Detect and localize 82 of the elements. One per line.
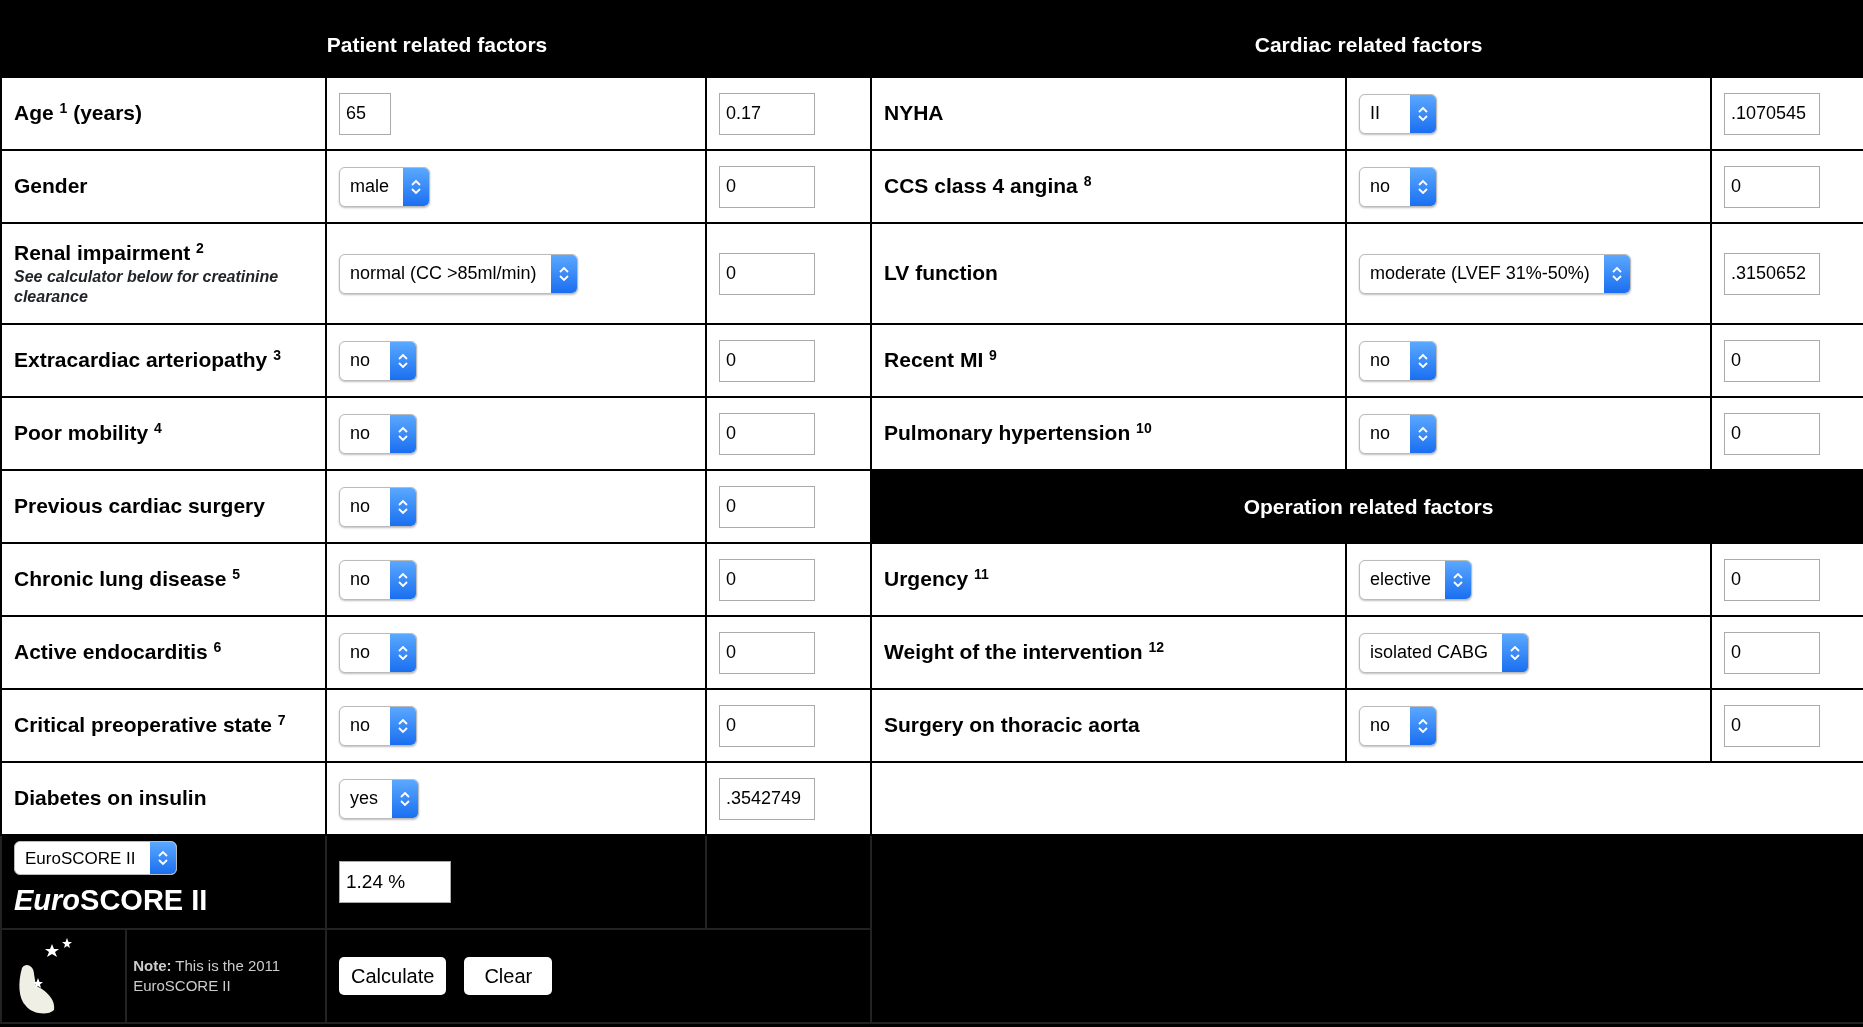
weight-field[interactable]: .3542749 xyxy=(719,777,815,820)
factor-label: Active endocarditis $^{6}$ xyxy=(14,639,222,663)
chevron-updown-icon xyxy=(398,571,408,588)
weight-field[interactable]: 0 xyxy=(1724,631,1821,674)
factor-label: Renal impairment $^{2}$ xyxy=(14,240,204,264)
dropdown[interactable]: male xyxy=(339,166,430,207)
chevron-updown-icon xyxy=(1418,352,1429,369)
weight-field[interactable]: 0 xyxy=(719,412,815,455)
factor-label: NYHA xyxy=(884,100,944,124)
weight-field[interactable]: 0 xyxy=(719,558,815,601)
weight-field[interactable]: 0 xyxy=(1724,704,1821,747)
chevron-updown-icon xyxy=(411,178,421,195)
model-dropdown[interactable]: EuroSCORE II xyxy=(14,841,177,876)
logo-title: EuroSCORE II xyxy=(14,883,208,919)
dropdown[interactable]: no xyxy=(339,559,417,600)
factor-label: Extracardiac arteriopathy $^{3}$ xyxy=(14,347,281,371)
dropdown[interactable]: isolated CABG xyxy=(1359,632,1530,673)
note-text: Note: This is the 2011 EuroSCORE II xyxy=(133,955,282,996)
factor-label: CCS class 4 angina $^{8}$ xyxy=(884,173,1092,197)
chevron-updown-icon xyxy=(1510,644,1521,661)
factor-label: Gender xyxy=(14,173,88,197)
chevron-updown-icon xyxy=(398,352,408,369)
calculate-button[interactable]: Calculate xyxy=(339,957,447,995)
weight-field[interactable]: .1070545 xyxy=(1724,92,1821,135)
chevron-updown-icon xyxy=(1611,265,1622,282)
dropdown[interactable]: no xyxy=(339,632,417,673)
weight-field[interactable]: 0 xyxy=(1724,165,1821,208)
chevron-updown-icon xyxy=(157,850,168,867)
chevron-updown-icon xyxy=(398,644,408,661)
factor-label: Poor mobility $^{4}$ xyxy=(14,420,162,444)
dropdown[interactable]: yes xyxy=(339,778,419,819)
factor-label: Diabetes on insulin xyxy=(14,785,207,809)
dropdown[interactable]: no xyxy=(1359,413,1438,454)
weight-field[interactable]: 0 xyxy=(719,485,815,528)
dropdown[interactable]: no xyxy=(339,486,417,527)
chevron-updown-icon xyxy=(398,425,408,442)
chevron-updown-icon xyxy=(1418,178,1429,195)
weight-field[interactable]: 0 xyxy=(1724,558,1821,601)
clear-button[interactable]: Clear xyxy=(464,957,553,995)
factor-label: Recent MI $^{9}$ xyxy=(884,347,997,371)
section-heading: Operation related factors xyxy=(1243,494,1494,518)
factor-label: Chronic lung disease $^{5}$ xyxy=(14,566,240,590)
dropdown[interactable]: no xyxy=(339,705,417,746)
note-text: See calculator below for creatinine clearance xyxy=(14,266,280,307)
section-heading: Cardiac related factors xyxy=(1254,33,1483,57)
factor-label: LV function xyxy=(884,260,998,284)
weight-field[interactable]: 0 xyxy=(719,339,815,382)
dropdown[interactable]: no xyxy=(339,340,417,381)
dropdown[interactable]: moderate (LVEF 31%-50%) xyxy=(1359,253,1631,294)
weight-field[interactable]: 0 xyxy=(1724,339,1821,382)
factor-label: Pulmonary hypertension $^{10}$ xyxy=(884,420,1152,444)
chevron-updown-icon xyxy=(398,717,408,734)
factor-label: Age $^{1}$ (years) xyxy=(14,100,143,124)
chevron-updown-icon xyxy=(400,790,410,807)
chevron-updown-icon xyxy=(1418,717,1429,734)
weight-field[interactable]: 0 xyxy=(719,704,815,747)
dropdown[interactable]: no xyxy=(339,413,417,454)
factor-label: Weight of the intervention $^{12}$ xyxy=(884,639,1165,663)
chevron-updown-icon xyxy=(1418,425,1429,442)
weight-field[interactable]: 0 xyxy=(719,252,815,295)
weight-field[interactable]: 0 xyxy=(719,165,815,208)
dropdown[interactable]: no xyxy=(1359,166,1438,207)
factor-label: Urgency $^{11}$ xyxy=(884,566,989,590)
weight-field[interactable]: 0 xyxy=(1724,412,1821,455)
dropdown[interactable]: no xyxy=(1359,340,1438,381)
weight-field[interactable]: 0 xyxy=(719,631,815,674)
result-field[interactable]: 1.24 % xyxy=(339,861,451,903)
dropdown[interactable]: elective xyxy=(1359,559,1473,600)
chevron-updown-icon xyxy=(1453,571,1464,588)
factor-label: Previous cardiac surgery xyxy=(14,493,265,517)
chevron-updown-icon xyxy=(558,265,569,282)
dropdown[interactable]: II xyxy=(1359,93,1438,134)
factor-label: Surgery on thoracic aorta xyxy=(884,712,1140,736)
dropdown[interactable]: no xyxy=(1359,705,1438,746)
chevron-updown-icon xyxy=(1418,105,1429,122)
section-heading: Patient related factors xyxy=(326,33,548,57)
factor-label: Critical preoperative state $^{7}$ xyxy=(14,712,286,736)
age-field[interactable]: 65 xyxy=(339,92,391,135)
weight-field[interactable]: .3150652 xyxy=(1724,252,1821,295)
dropdown[interactable]: normal (CC >85ml/min) xyxy=(339,253,578,294)
chevron-updown-icon xyxy=(398,498,408,515)
weight-field[interactable]: 0.17 xyxy=(719,92,815,135)
